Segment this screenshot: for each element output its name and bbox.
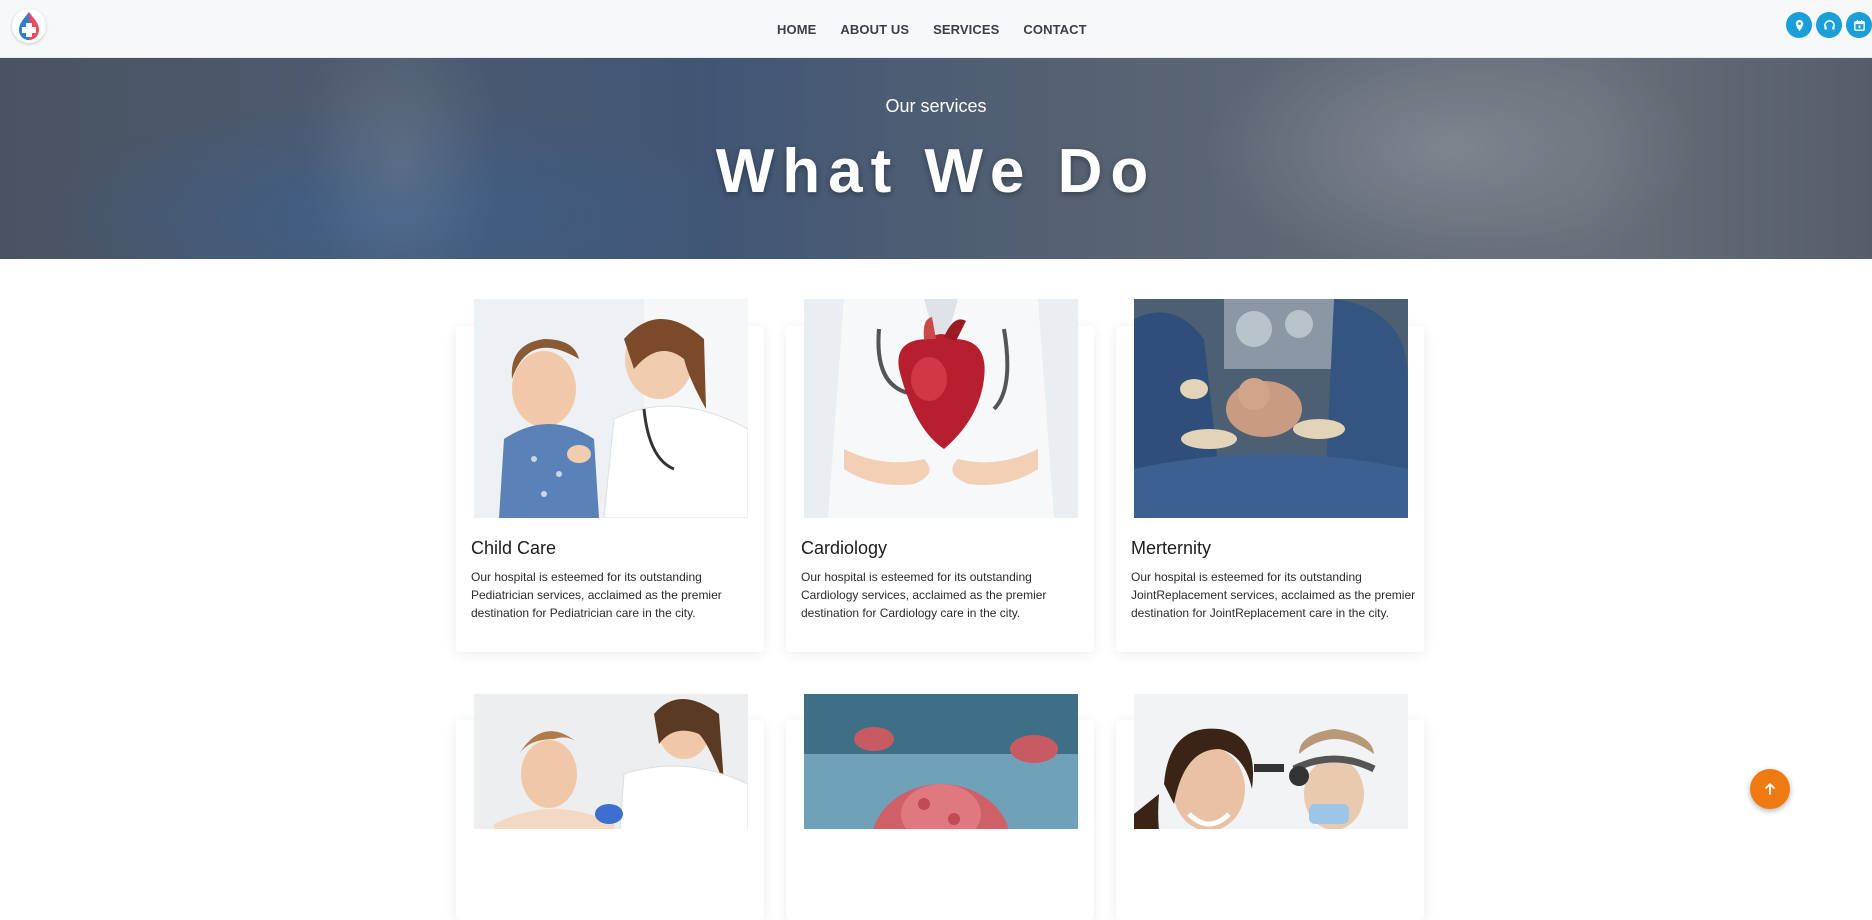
service-title: Child Care (471, 538, 557, 558)
hero-title: What We Do (715, 137, 1157, 206)
service-title: Merternity (1131, 538, 1212, 558)
headset-icon[interactable] (1816, 12, 1842, 38)
location-pin-icon[interactable] (1786, 12, 1812, 38)
service-description: Our hospital is esteemed for its outstan… (1131, 570, 1416, 620)
nav-services[interactable]: SERVICES (933, 22, 999, 37)
nav-about-us[interactable]: ABOUT US (840, 22, 909, 37)
nav-contact[interactable]: CONTACT (1023, 22, 1086, 37)
nav-home[interactable]: HOME (777, 22, 816, 37)
service-description: Our hospital is esteemed for its outstan… (471, 570, 722, 620)
hero-subtitle: Our services (885, 96, 987, 116)
vaccination-photo (474, 694, 748, 829)
quick-actions (1786, 12, 1872, 38)
cardiology-photo (804, 299, 1078, 518)
ent-photo (1134, 694, 1408, 829)
hero-banner: Our services What We Do (0, 58, 1872, 259)
service-description: Our hospital is esteemed for its outstan… (801, 570, 1047, 620)
scroll-to-top-button[interactable] (1750, 769, 1790, 809)
oncology-photo (804, 694, 1078, 829)
main-nav: HOME ABOUT US SERVICES CONTACT (777, 0, 1087, 58)
maternity-photo (1134, 299, 1408, 518)
calendar-icon[interactable] (1846, 12, 1872, 38)
medical-cross-logo-icon[interactable] (12, 9, 46, 43)
site-header: HOME ABOUT US SERVICES CONTACT (0, 0, 1872, 58)
arrow-up-icon (1765, 783, 1775, 795)
child-care-photo (474, 299, 748, 518)
service-title: Cardiology (801, 538, 888, 558)
